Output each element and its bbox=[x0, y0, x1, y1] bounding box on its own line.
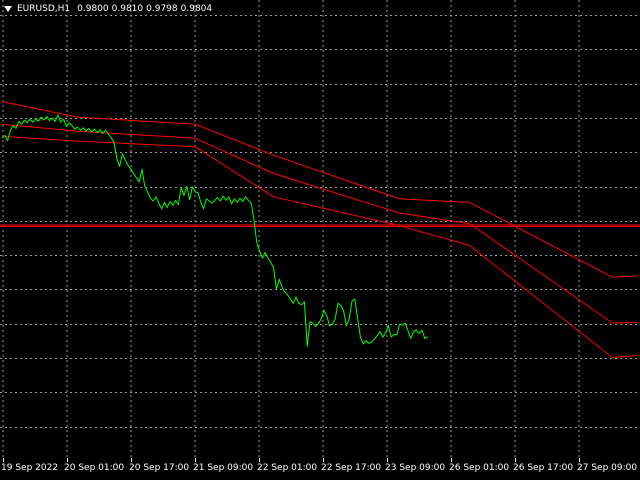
channel-upper-line[interactable] bbox=[1, 101, 638, 278]
ohlc-close: 0.9804 bbox=[180, 4, 213, 14]
time-axis-tick bbox=[259, 458, 260, 462]
time-axis-label: 26 Sep 01:00 bbox=[449, 463, 510, 473]
time-axis-label: 23 Sep 09:00 bbox=[385, 463, 446, 473]
time-axis: 19 Sep 2022 20 Sep 01:00 20 Sep 17:00 21… bbox=[0, 462, 640, 478]
channel-lines bbox=[0, 101, 640, 358]
time-axis-label: 22 Sep 17:00 bbox=[321, 463, 382, 473]
time-axis-tick bbox=[387, 458, 388, 462]
time-axis-label: 19 Sep 2022 bbox=[1, 463, 59, 473]
chart-header: EURUSD,H1 0.9800 0.9810 0.9798 0.9804 bbox=[4, 2, 212, 16]
time-axis-label: 27 Sep 09:00 bbox=[577, 463, 638, 473]
time-axis-tick bbox=[195, 458, 196, 462]
time-axis-label: 22 Sep 01:00 bbox=[257, 463, 318, 473]
grid bbox=[0, 0, 640, 458]
channel-lower-line[interactable] bbox=[1, 135, 638, 358]
time-axis-tick bbox=[131, 458, 132, 462]
time-axis-tick bbox=[579, 458, 580, 462]
time-axis-tick bbox=[323, 458, 324, 462]
time-axis-label: 26 Sep 17:00 bbox=[513, 463, 574, 473]
chart-window[interactable]: EURUSD,H1 0.9800 0.9810 0.9798 0.9804 19… bbox=[0, 0, 640, 480]
price-chart[interactable] bbox=[0, 0, 640, 480]
symbol-label: EURUSD,H1 bbox=[17, 4, 71, 14]
time-axis-label: 21 Sep 09:00 bbox=[193, 463, 254, 473]
time-axis-label: 20 Sep 17:00 bbox=[129, 463, 190, 473]
price-series-line[interactable] bbox=[1, 114, 428, 347]
triangle-down-icon[interactable] bbox=[4, 6, 12, 12]
ohlc-open: 0.9800 bbox=[77, 4, 109, 14]
time-axis-tick bbox=[3, 458, 4, 462]
time-axis-tick bbox=[451, 458, 452, 462]
time-axis-tick bbox=[67, 458, 68, 462]
channel-middle-line[interactable] bbox=[1, 123, 638, 324]
price-line bbox=[1, 114, 428, 347]
ohlc-low: 0.9798 bbox=[146, 4, 178, 14]
time-axis-tick bbox=[515, 458, 516, 462]
ohlc-high: 0.9810 bbox=[111, 4, 144, 14]
time-axis-label: 20 Sep 01:00 bbox=[64, 463, 125, 473]
